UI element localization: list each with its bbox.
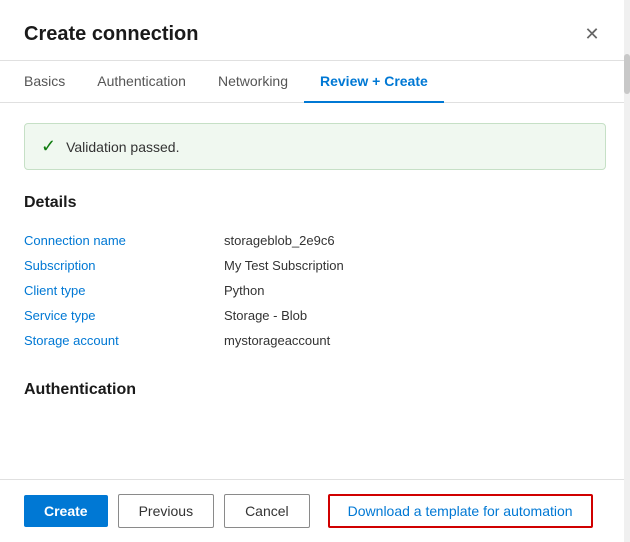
table-row: Subscription My Test Subscription bbox=[24, 253, 606, 278]
value-service-type: Storage - Blob bbox=[224, 308, 307, 323]
validation-banner: ✓ Validation passed. bbox=[24, 123, 606, 170]
label-client-type: Client type bbox=[24, 283, 224, 298]
details-table: Connection name storageblob_2e9c6 Subscr… bbox=[24, 228, 606, 353]
table-row: Connection name storageblob_2e9c6 bbox=[24, 228, 606, 253]
tab-basics[interactable]: Basics bbox=[24, 61, 81, 103]
dialog-content: ✓ Validation passed. Details Connection … bbox=[0, 103, 630, 479]
create-button[interactable]: Create bbox=[24, 495, 108, 527]
label-storage-account: Storage account bbox=[24, 333, 224, 348]
label-connection-name: Connection name bbox=[24, 233, 224, 248]
dialog-footer: Create Previous Cancel Download a templa… bbox=[0, 479, 630, 542]
value-subscription: My Test Subscription bbox=[224, 258, 344, 273]
close-button[interactable]: ✕ bbox=[578, 20, 606, 48]
validation-text: Validation passed. bbox=[66, 139, 179, 155]
label-subscription: Subscription bbox=[24, 258, 224, 273]
download-template-button[interactable]: Download a template for automation bbox=[328, 494, 593, 528]
value-storage-account: mystorageaccount bbox=[224, 333, 330, 348]
details-section-title: Details bbox=[24, 194, 606, 212]
check-icon: ✓ bbox=[41, 136, 56, 157]
dialog-title: Create connection bbox=[24, 23, 198, 46]
value-connection-name: storageblob_2e9c6 bbox=[224, 233, 335, 248]
previous-button[interactable]: Previous bbox=[118, 494, 214, 528]
auth-section-title: Authentication bbox=[24, 381, 606, 399]
tab-networking[interactable]: Networking bbox=[202, 61, 304, 103]
create-connection-dialog: Create connection ✕ Basics Authenticatio… bbox=[0, 0, 630, 542]
label-service-type: Service type bbox=[24, 308, 224, 323]
table-row: Client type Python bbox=[24, 278, 606, 303]
tab-bar: Basics Authentication Networking Review … bbox=[0, 61, 630, 103]
value-client-type: Python bbox=[224, 283, 264, 298]
table-row: Storage account mystorageaccount bbox=[24, 328, 606, 353]
scrollbar-track bbox=[624, 0, 630, 542]
dialog-header: Create connection ✕ bbox=[0, 0, 630, 61]
table-row: Service type Storage - Blob bbox=[24, 303, 606, 328]
scrollbar-thumb[interactable] bbox=[624, 54, 630, 94]
tab-review-create[interactable]: Review + Create bbox=[304, 61, 444, 103]
tab-authentication[interactable]: Authentication bbox=[81, 61, 202, 103]
cancel-button[interactable]: Cancel bbox=[224, 494, 310, 528]
